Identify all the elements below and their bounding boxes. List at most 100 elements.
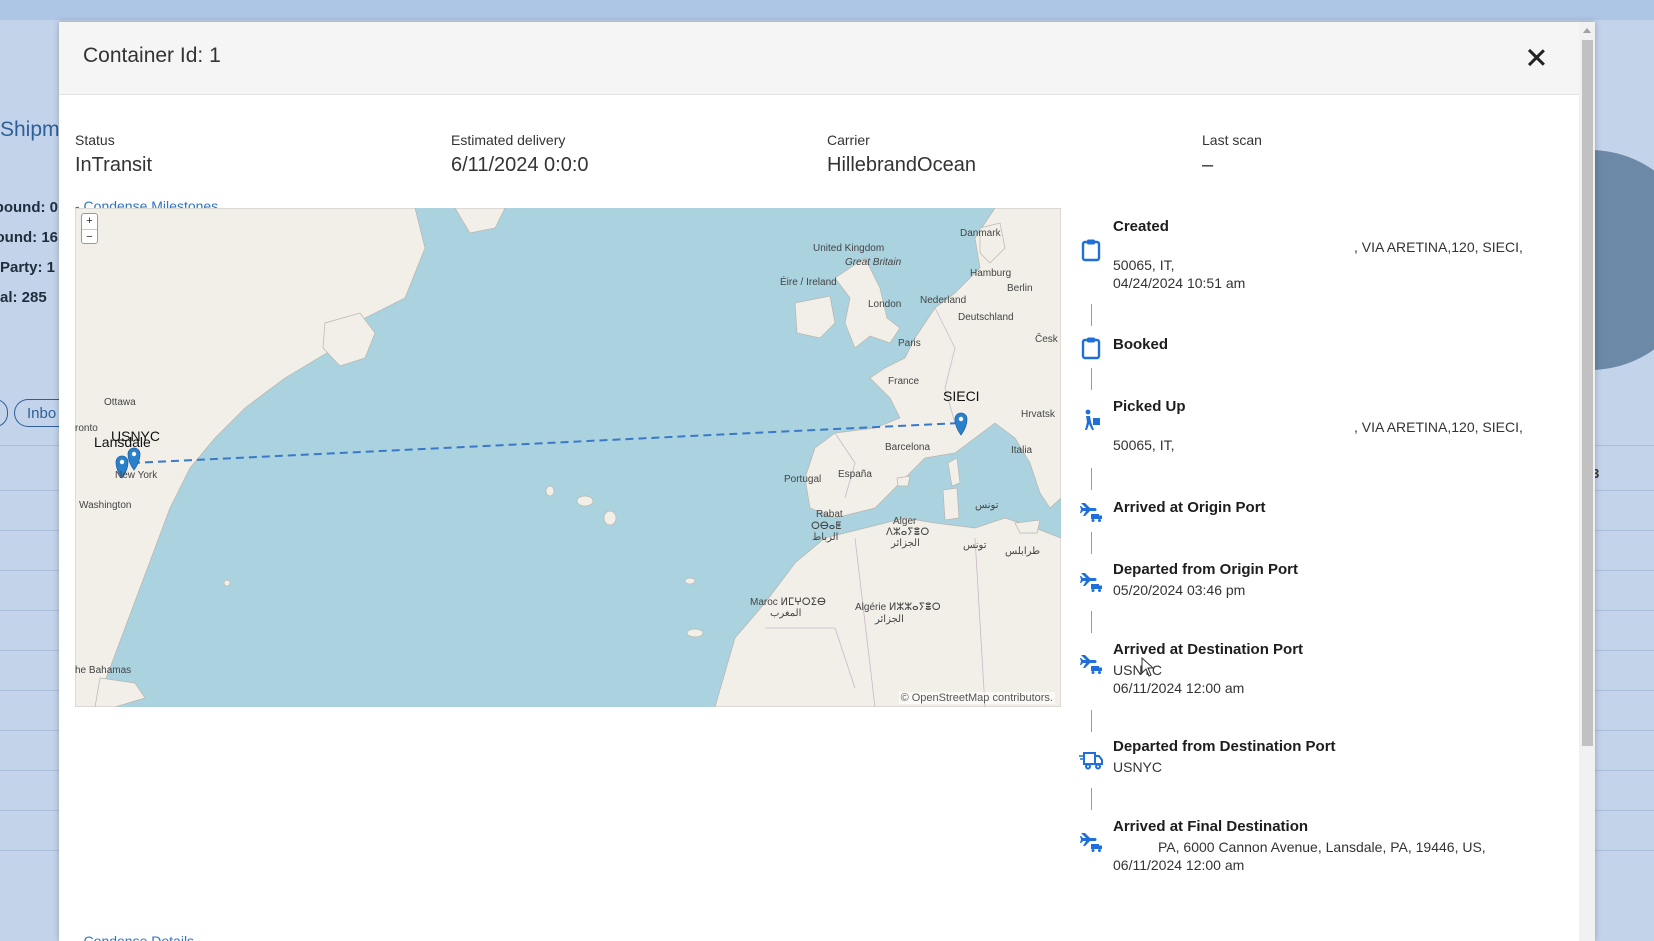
milestone-title: Departed from Origin Port [1113, 561, 1299, 578]
background-stat: rbound: 0 [0, 199, 58, 216]
timeline-connector [1091, 532, 1092, 554]
scroll-up-arrow-icon[interactable] [1583, 28, 1591, 33]
map-label: ronto [75, 423, 98, 434]
timeline-connector [1091, 468, 1092, 490]
map-label: الرباط [812, 532, 839, 543]
info-label: Carrier [827, 132, 870, 148]
person-carry-icon [1085, 409, 1100, 430]
milestone-title: Arrived at Destination Port [1113, 641, 1304, 658]
condense-details-link[interactable]: - Condense Details [75, 933, 194, 941]
close-button[interactable] [1522, 44, 1550, 72]
map-label: Nederland [920, 295, 967, 306]
info-carrier: Carrier HillebrandOcean [827, 132, 976, 177]
map-label: Česk [1035, 334, 1058, 345]
marker-label: SIECI [943, 388, 980, 404]
milestone-detail: PA, 6000 Cannon Avenue, Lansdale, PA, 19… [1158, 839, 1486, 855]
map-label: France [888, 376, 920, 387]
map-label: he Bahamas [75, 665, 132, 676]
info-last-scan: Last scan – [1202, 132, 1262, 177]
background-stat: ound: 16 [0, 229, 58, 246]
map-label: Portugal [784, 474, 822, 485]
modal-title: Container Id: 1 [83, 44, 221, 67]
info-status: Status InTransit [75, 132, 152, 177]
map-label: المغرب [770, 608, 802, 619]
info-value: 6/11/2024 0:0:0 [451, 154, 589, 176]
background-stat: al: 285 [0, 289, 47, 306]
milestone-title: Created [1113, 218, 1169, 235]
truck-fast-icon [1079, 752, 1103, 770]
plane-truck-icon [1080, 503, 1102, 522]
map-label: Italia [1011, 445, 1033, 456]
background-stats: rbound: 0 ound: 16 Party: 1 al: 285 [0, 193, 58, 313]
milestone-detail: 06/11/2024 12:00 am [1113, 680, 1245, 696]
milestone-title: Booked [1113, 336, 1169, 353]
map-label: Great Britain [845, 257, 902, 268]
map-label: Ottawa [104, 397, 136, 408]
timeline-connector [1091, 611, 1092, 633]
background-pill-inbound: Inbo [14, 399, 64, 427]
map-basemap [75, 208, 1061, 707]
map-label: ⵔⴱⴰⵟ [811, 521, 842, 532]
map-label: Deutschland [958, 312, 1014, 323]
milestone-title: Arrived at Final Destination [1113, 818, 1309, 835]
background-page-title: Shipm [0, 118, 60, 141]
info-value: HillebrandOcean [827, 154, 976, 176]
milestone-detail: USNYC [1113, 759, 1163, 775]
plane-truck-icon [1080, 573, 1102, 592]
info-value: InTransit [75, 154, 153, 176]
milestone-title: Arrived at Origin Port [1113, 499, 1266, 516]
map-label: طرابلس [1005, 546, 1041, 557]
info-label: Last scan [1202, 132, 1262, 148]
modal-header: Container Id: 1 [59, 22, 1579, 95]
map-label: Barcelona [885, 442, 931, 453]
timeline-connector [1091, 788, 1092, 810]
map-label: Hrvatsk [1021, 409, 1055, 420]
map-label: London [868, 299, 902, 310]
zoom-in-button[interactable]: + [82, 214, 97, 229]
milestone-detail: 50065, IT, [1113, 257, 1175, 273]
background-stat: Party: 1 [0, 259, 56, 276]
timeline-connector [1091, 710, 1092, 732]
marker-label: Lansdale [94, 434, 151, 450]
milestone-detail: 05/20/2024 03:46 pm [1113, 582, 1246, 598]
map-label: Berlin [1007, 283, 1033, 294]
background-pill [0, 399, 8, 427]
map-label: ⴷⵣⴰⵢⴻⵔ [886, 527, 930, 538]
zoom-out-button[interactable]: − [82, 229, 97, 244]
map-label: Maroc ⵍⵎⵖⵔⵉⴱ [750, 597, 826, 608]
info-value: – [1202, 154, 1214, 176]
map-zoom-control: + − [81, 213, 98, 244]
milestone-title: Picked Up [1113, 398, 1186, 415]
map-label: Alger [893, 516, 917, 527]
container-modal: Container Id: 1 Status InTransit Estimat… [59, 22, 1595, 941]
background-topbar [0, 0, 1654, 20]
map-label: Éire / Ireland [780, 277, 837, 288]
map-label: الجزائر [891, 538, 920, 549]
map-label: Rabat [816, 509, 843, 520]
map-attribution[interactable]: © OpenStreetMap contributors. [898, 692, 1055, 704]
milestone-title: Departed from Destination Port [1113, 738, 1336, 755]
map-label: United Kingdom [813, 243, 885, 254]
clipboard-icon [1081, 337, 1101, 360]
scrollbar-thumb[interactable] [1582, 40, 1593, 746]
map-label: Paris [898, 338, 921, 349]
clipboard-icon [1081, 239, 1101, 262]
map-label: España [838, 469, 872, 480]
map-label: New York [115, 470, 158, 481]
milestone-detail: 50065, IT, [1113, 437, 1175, 453]
modal-scrollbar[interactable] [1579, 22, 1595, 941]
map-label: Algérie ⵍⵣⵣⴰⵢⴻⵔ [855, 602, 941, 613]
milestone-detail: 06/11/2024 12:00 am [1113, 857, 1245, 873]
map-label: Hamburg [970, 268, 1012, 279]
plane-truck-icon [1080, 833, 1102, 852]
milestone-detail: , VIA ARETINA,120, SIECI, [1354, 239, 1523, 255]
map-label: الجزائر [875, 614, 904, 625]
timeline-connector [1091, 304, 1092, 326]
route-map[interactable]: + − SIECI USNYC Lansdale United Kingdom … [75, 208, 1061, 707]
map-label: تونس [963, 540, 987, 551]
mouse-cursor-icon [1141, 657, 1155, 677]
map-label: Washington [79, 500, 132, 511]
plane-truck-icon [1080, 655, 1102, 674]
info-estimated-delivery: Estimated delivery 6/11/2024 0:0:0 [451, 132, 589, 177]
map-label: تونس [975, 500, 999, 511]
